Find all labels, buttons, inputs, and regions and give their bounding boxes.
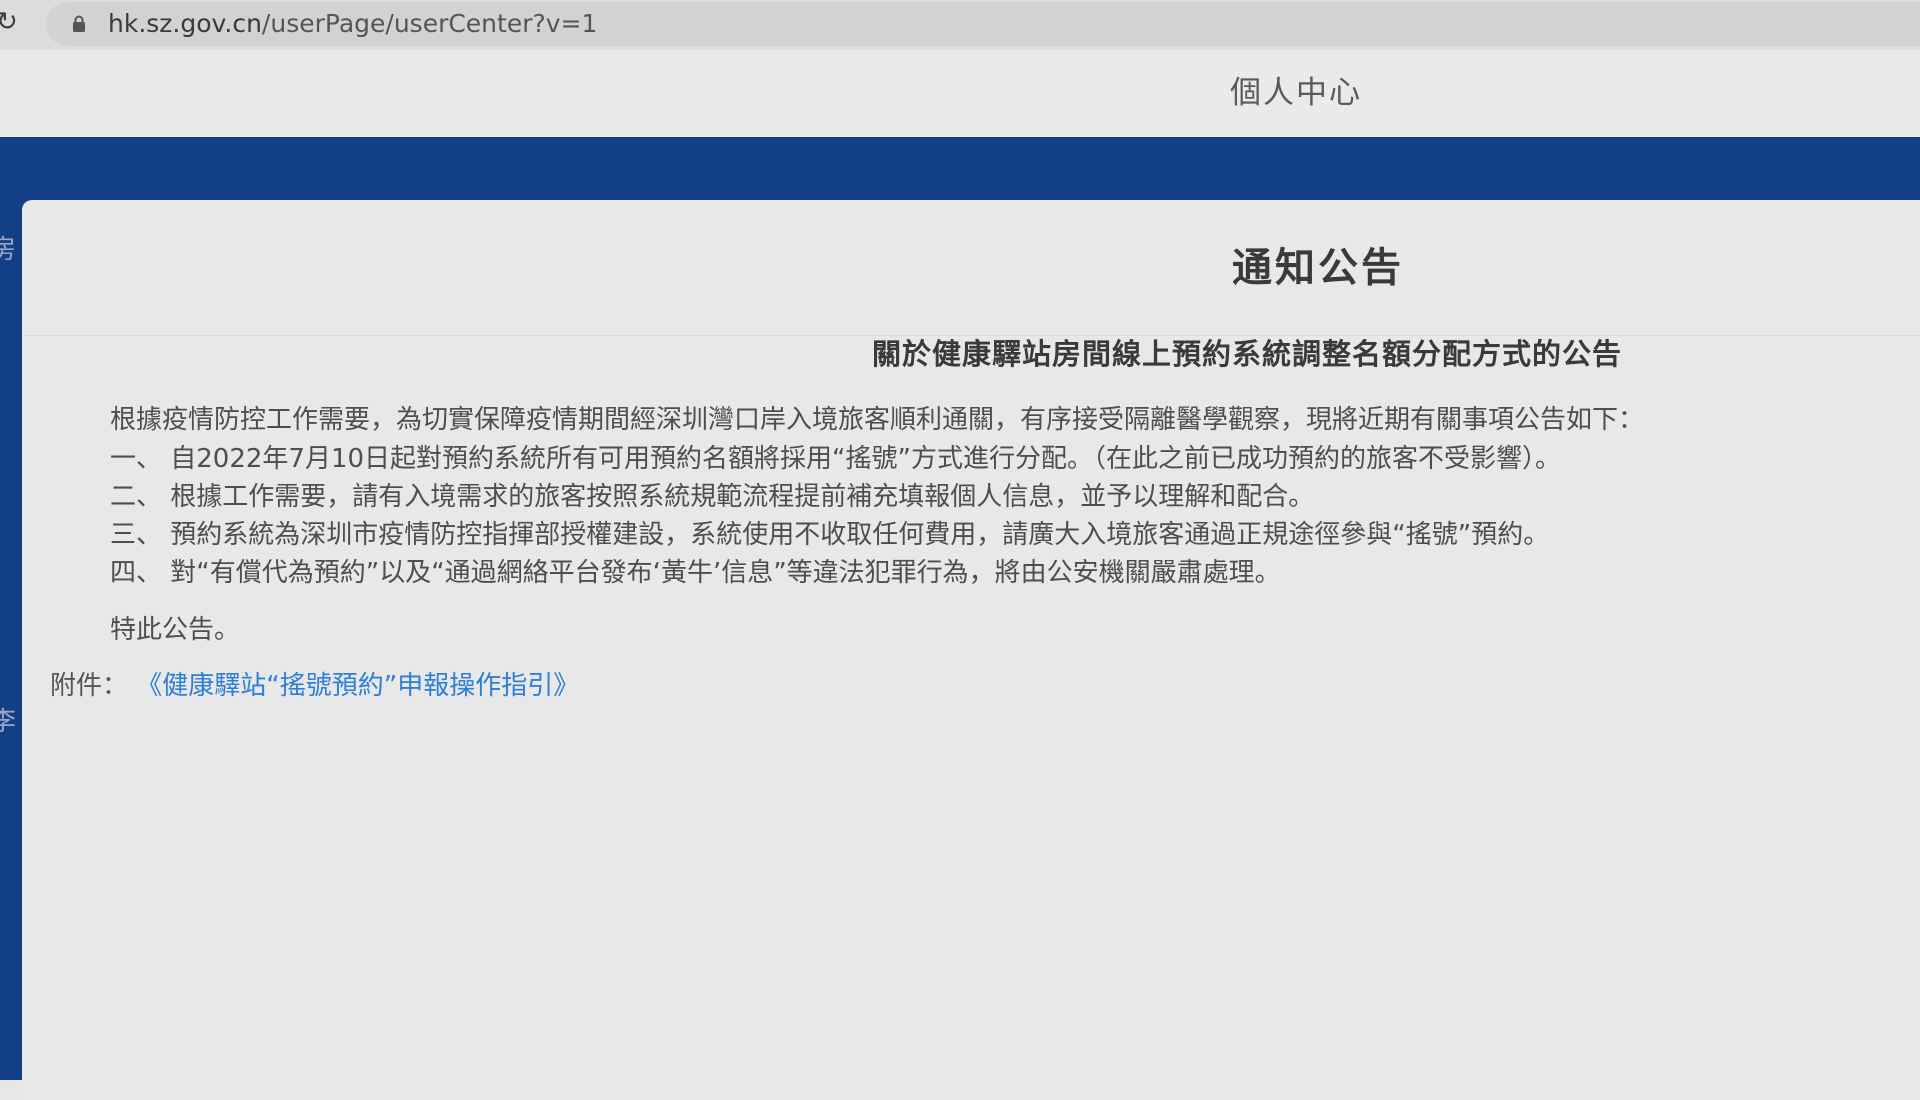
url-path: /userPage/userCenter?v=1 <box>261 9 598 38</box>
lock-icon <box>73 15 85 32</box>
notice-item: 二、 根據工作需要，請有入境需求的旅客按照系統規範流程提前補充填報個人信息，並予… <box>110 482 1315 512</box>
notice-item: 一、 自2022年7月10日起對預約系統所有可用預約名額將採用“搖號”方式進行分… <box>110 444 1561 474</box>
attachment-link[interactable]: 《健康驛站“搖號預約”申報操作指引》 <box>136 671 579 701</box>
sidebar-item-partial[interactable]: 李 <box>0 701 16 738</box>
notice-panel: 通知公告 關於健康驛站房間線上預約系統調整名額分配方式的公告 根據疫情防控工作需… <box>22 200 1920 1100</box>
page-header: 個人中心 <box>0 50 1920 138</box>
page-title: 個人中心 <box>1230 75 1362 111</box>
section-title: 通知公告 <box>1232 245 1404 291</box>
url-host: hk.sz.gov.cn <box>108 9 262 38</box>
address-bar[interactable]: hk.sz.gov.cn/userPage/userCenter?v=1 <box>46 2 1920 46</box>
sidebar-item-partial[interactable]: 房 <box>0 229 16 266</box>
attachment-row: 附件： 《健康驛站“搖號預約”申報操作指引》 <box>50 668 579 704</box>
browser-toolbar: ↻ hk.sz.gov.cn/userPage/userCenter?v=1 <box>0 0 1920 50</box>
reload-icon[interactable]: ↻ <box>0 8 18 36</box>
notice-item: 三、 預約系統為深圳市疫情防控指揮部授權建設，系統使用不收取任何費用，請廣大入境… <box>110 520 1550 550</box>
url-text: hk.sz.gov.cn/userPage/userCenter?v=1 <box>108 8 597 40</box>
notice-item: 四、 對“有償代為預約”以及“通過網絡平台發布‘黃牛’信息”等違法犯罪行為，將由… <box>110 558 1281 588</box>
attachment-label: 附件： <box>50 671 129 701</box>
notice-intro: 根據疫情防控工作需要，為切實保障疫情期間經深圳灣口岸入境旅客順利通關，有序接受隔… <box>110 405 1645 435</box>
notice-closing: 特此公告。 <box>110 615 241 645</box>
notice-heading: 關於健康驛站房間線上預約系統調整名額分配方式的公告 <box>872 337 1623 371</box>
